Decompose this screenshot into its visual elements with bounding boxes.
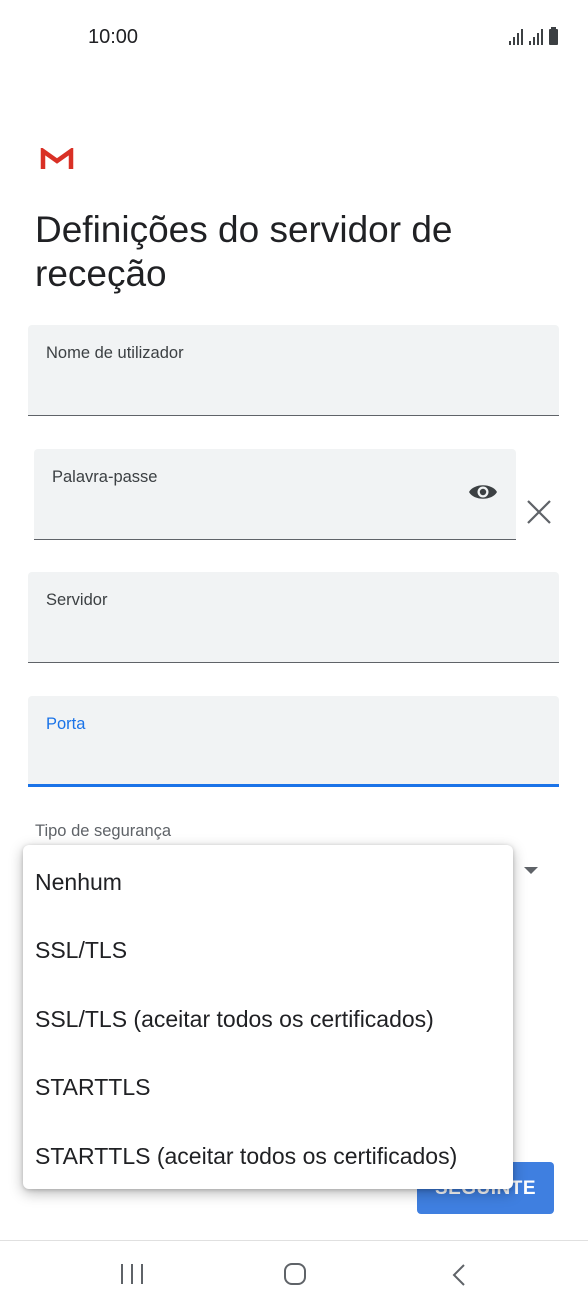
server-label: Servidor <box>46 591 108 609</box>
menu-item-ssl-tls-accept-all[interactable]: SSL/TLS (aceitar todos os certificados) <box>23 985 513 1054</box>
server-field[interactable]: Servidor <box>28 572 559 663</box>
port-field[interactable]: Porta <box>28 696 559 787</box>
status-bar: 10:00 <box>0 0 588 76</box>
home-icon[interactable] <box>284 1263 306 1285</box>
port-label: Porta <box>46 715 86 733</box>
security-type-label: Tipo de segurança <box>35 822 172 840</box>
close-icon[interactable] <box>526 499 552 525</box>
battery-icon <box>549 27 558 45</box>
recents-icon[interactable] <box>121 1264 143 1284</box>
menu-item-none[interactable]: Nenhum <box>23 848 513 917</box>
eye-icon[interactable] <box>468 481 498 503</box>
signal-icon <box>509 29 523 45</box>
gmail-logo-icon <box>40 148 74 169</box>
back-icon[interactable] <box>451 1263 467 1287</box>
username-label: Nome de utilizador <box>46 344 184 362</box>
status-time: 10:00 <box>88 26 139 48</box>
menu-item-starttls[interactable]: STARTTLS <box>23 1054 513 1123</box>
menu-item-starttls-accept-all[interactable]: STARTTLS (aceitar todos os certificados) <box>23 1122 513 1191</box>
username-field[interactable]: Nome de utilizador <box>28 325 559 416</box>
screen: 10:00 Definições do servidor de receção … <box>0 0 588 1308</box>
menu-item-ssl-tls[interactable]: SSL/TLS <box>23 917 513 986</box>
dropdown-arrow-icon[interactable] <box>524 867 538 874</box>
status-icons <box>509 27 558 45</box>
password-field[interactable]: Palavra-passe <box>34 449 516 540</box>
password-label: Palavra-passe <box>52 468 158 486</box>
security-type-menu: Nenhum SSL/TLS SSL/TLS (aceitar todos os… <box>23 845 513 1189</box>
page-title: Definições do servidor de receção <box>35 209 453 294</box>
signal-icon <box>529 29 543 45</box>
navigation-bar <box>0 1240 588 1308</box>
